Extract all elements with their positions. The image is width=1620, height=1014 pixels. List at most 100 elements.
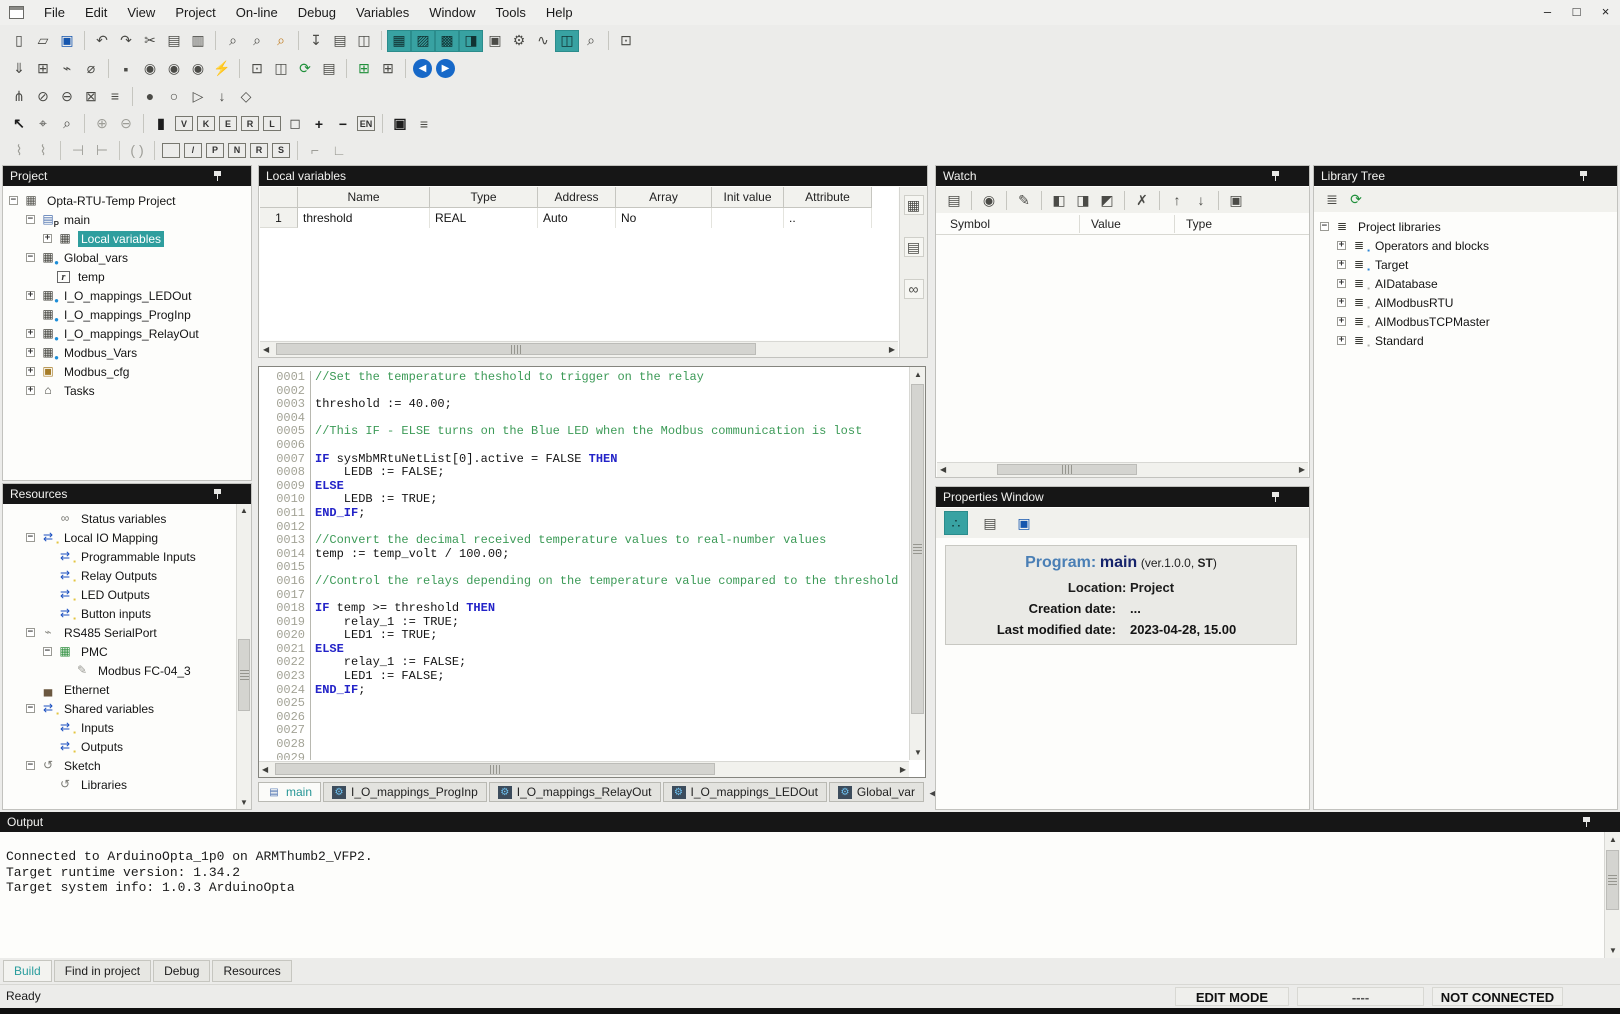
expand-icon[interactable]: +	[1337, 317, 1346, 326]
move-down-icon[interactable]: ↓	[1189, 189, 1213, 211]
bottom-tab-build[interactable]: Build	[3, 960, 52, 982]
navigate-back-icon[interactable]: ◀	[413, 59, 432, 78]
st-code-editor[interactable]: 0001//Set the temperature theshold to tr…	[258, 366, 926, 778]
menu-tools[interactable]: Tools	[486, 3, 536, 22]
expand-icon[interactable]: +	[1337, 260, 1346, 269]
grid-view-icon[interactable]: ▦	[904, 195, 924, 215]
add-watch-icon[interactable]: ◫	[269, 58, 293, 80]
print-properties-icon[interactable]: ▤	[978, 512, 1002, 534]
watch-block-icon[interactable]: ▣	[388, 113, 412, 135]
pin-icon[interactable]	[213, 488, 223, 500]
column-header-type[interactable]: Type	[430, 187, 538, 208]
scroll-left-icon[interactable]: ◀	[262, 765, 268, 774]
tree-item-standard[interactable]: +≣▪Standard	[1314, 331, 1617, 350]
print-preview-icon[interactable]: ◫	[352, 30, 376, 52]
connect-icon[interactable]: ⌁	[55, 58, 79, 80]
menu-edit[interactable]: Edit	[75, 3, 117, 22]
expand-icon[interactable]: +	[1337, 279, 1346, 288]
editor-tab-i-o-mappings-proginp[interactable]: ⚙I_O_mappings_ProgInp	[323, 782, 487, 802]
menu-debug[interactable]: Debug	[288, 3, 346, 22]
tree-item-programmable-inputs[interactable]: ⇄▪Programmable Inputs	[3, 547, 236, 566]
cell-init-value[interactable]	[712, 208, 784, 228]
scroll-left-icon[interactable]: ◀	[263, 345, 269, 354]
form-view-icon[interactable]: ▤	[904, 237, 924, 257]
code-line[interactable]: 0007IF sysMbMRtuNetList[0].active = FALS…	[259, 453, 908, 467]
find-icon[interactable]: ⌕	[221, 30, 245, 52]
expand-icon[interactable]: +	[26, 348, 35, 357]
navigate-forward-icon[interactable]: ▶	[436, 59, 455, 78]
save-properties-icon[interactable]: ▣	[1012, 512, 1036, 534]
tree-item-modbus-vars[interactable]: +▦●Modbus_Vars	[3, 343, 251, 362]
remove-pin-icon[interactable]: −	[331, 113, 355, 135]
scrollbar-thumb[interactable]	[276, 343, 756, 355]
watch-column-type[interactable]: Type	[1186, 213, 1212, 235]
code-line[interactable]: 0027	[259, 724, 908, 738]
object-properties-icon[interactable]: ∴	[944, 511, 968, 535]
find-in-project-icon[interactable]: ⌕	[269, 30, 293, 52]
editor-tab-i-o-mappings-ledout[interactable]: ⚙I_O_mappings_LEDOut	[663, 782, 827, 802]
save-project-icon[interactable]: ▣	[55, 30, 79, 52]
expand-icon[interactable]: +	[26, 367, 35, 376]
code-line[interactable]: 0028	[259, 738, 908, 752]
code-line[interactable]: 0029	[259, 752, 908, 760]
watch-column-symbol[interactable]: Symbol	[950, 213, 990, 235]
new-grid-icon[interactable]: ⊞	[352, 58, 376, 80]
new-block-icon[interactable]: ▮	[149, 113, 173, 135]
auto-arrange-icon[interactable]: ≡	[412, 113, 436, 135]
collapse-icon[interactable]: −	[43, 647, 52, 656]
scroll-right-icon[interactable]: ▶	[889, 345, 895, 354]
grid-icon[interactable]: ⊞	[376, 58, 400, 80]
block-expression-icon[interactable]: E	[219, 116, 237, 131]
code-line[interactable]: 0019 relay_1 := TRUE;	[259, 616, 908, 630]
tree-item-status-variables[interactable]: ∞Status variables	[3, 509, 236, 528]
resources-scrollbar[interactable]: ▲ ▼	[236, 504, 251, 809]
branch-up-icon[interactable]: ∟	[327, 139, 351, 161]
paste-icon[interactable]: ▥	[186, 30, 210, 52]
import-vars-icon[interactable]: ≡	[103, 85, 127, 107]
menu-window[interactable]: Window	[419, 3, 485, 22]
collapse-icon[interactable]: −	[26, 761, 35, 770]
scroll-left-icon[interactable]: ◀	[940, 465, 946, 474]
duplicate-icon[interactable]: ▣	[1224, 189, 1248, 211]
scroll-up-icon[interactable]: ▲	[914, 370, 922, 379]
column-header-array[interactable]: Array	[616, 187, 712, 208]
tree-item-aimodbusrtu[interactable]: +≣▪AIModbusRTU	[1314, 293, 1617, 312]
tree-item-modbus-fc-04-3[interactable]: ✎Modbus FC-04_3	[3, 661, 236, 680]
toggle-library-window-icon[interactable]: ▩	[435, 30, 459, 52]
column-header-init-value[interactable]: Init value	[712, 187, 784, 208]
minimize-button[interactable]: –	[1533, 3, 1562, 22]
scrollbar-thumb[interactable]	[238, 639, 250, 711]
output-log[interactable]: Connected to ArduinoOpta_1p0 on ARMThumb…	[0, 832, 1603, 958]
watch-hscrollbar[interactable]: ◀ ▶	[937, 462, 1308, 477]
expand-icon[interactable]: +	[43, 234, 52, 243]
compile-icon[interactable]: ◉	[138, 58, 162, 80]
cell-array[interactable]: No	[616, 208, 712, 228]
code-line[interactable]: 0015	[259, 561, 908, 575]
menu-file[interactable]: File	[34, 3, 75, 22]
collapse-icon[interactable]: −	[26, 253, 35, 262]
toggle-oscilloscope-window-icon[interactable]: ∿	[531, 30, 555, 52]
block-constant-icon[interactable]: K	[197, 116, 215, 131]
column-header-attribute[interactable]: Attribute	[784, 187, 872, 208]
connection-mode-icon[interactable]: ⌖	[31, 113, 55, 135]
box-p-icon[interactable]: P	[206, 143, 224, 158]
tree-item-i-o-mappings-proginp[interactable]: ▦●I_O_mappings_ProgInp	[3, 305, 251, 324]
code-area[interactable]: 0001//Set the temperature theshold to tr…	[259, 367, 908, 760]
column-header-address[interactable]: Address	[538, 187, 616, 208]
device-setup-icon[interactable]: ⊞	[31, 58, 55, 80]
tree-item-project-libraries[interactable]: −≣Project libraries	[1314, 217, 1617, 236]
redo-icon[interactable]: ↷	[114, 30, 138, 52]
code-line[interactable]: 0004	[259, 412, 908, 426]
code-line[interactable]: 0003threshold := 40.00;	[259, 398, 908, 412]
block-label-icon[interactable]: L	[263, 116, 281, 131]
expand-icon[interactable]: +	[26, 386, 35, 395]
code-line[interactable]: 0011END_IF;	[259, 507, 908, 521]
contact-closed-icon[interactable]: ⊢	[90, 139, 114, 161]
step-over-icon[interactable]: ◇	[234, 85, 258, 107]
toggle-find-window-icon[interactable]: ⌕	[579, 30, 603, 52]
disconnect-icon[interactable]: ⌀	[79, 58, 103, 80]
code-line[interactable]: 0012	[259, 521, 908, 535]
tree-item-button-inputs[interactable]: ⇄▪Button inputs	[3, 604, 236, 623]
quick-compile-icon[interactable]: ⚡	[210, 58, 234, 80]
pin-icon[interactable]	[1579, 170, 1589, 182]
